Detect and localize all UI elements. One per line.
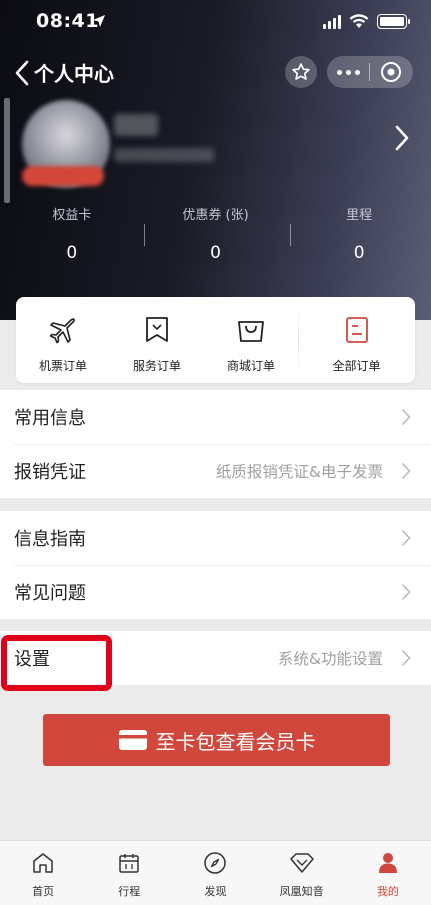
plane-icon <box>49 318 75 344</box>
menu-item-settings[interactable]: 设置 系统&功能设置 <box>0 631 431 685</box>
stat-divider <box>144 224 145 246</box>
stat-label: 权益卡 <box>52 208 92 223</box>
tab-phoenix-miles[interactable]: 凤凰知音 <box>259 841 345 905</box>
tab-label: 行程 <box>118 885 141 898</box>
shopping-bag-icon <box>238 321 264 342</box>
diamond-icon <box>289 853 314 873</box>
stat-value: 0 <box>210 243 221 263</box>
tab-trips[interactable]: 行程 <box>86 841 172 905</box>
menu-group-settings: 设置 系统&功能设置 <box>0 631 431 685</box>
user-icon <box>378 853 397 873</box>
card-icon <box>118 730 147 750</box>
menu-item-subtitle: 系统&功能设置 <box>277 650 383 668</box>
menu-item-label: 常用信息 <box>14 408 86 429</box>
star-icon <box>292 63 310 80</box>
compass-icon <box>204 852 227 874</box>
order-list-icon <box>345 317 368 343</box>
bookmark-icon <box>146 317 168 342</box>
stat-coupons[interactable]: 优惠券 (张) 0 <box>144 204 288 274</box>
stat-value: 0 <box>66 243 78 263</box>
view-member-card-label: 至卡包查看会员卡 <box>155 729 316 754</box>
member-level-badge <box>22 166 104 186</box>
close-miniprogram-button[interactable] <box>370 56 412 88</box>
battery-icon <box>377 14 410 29</box>
stat-divider <box>290 224 291 246</box>
tab-label: 发现 <box>204 885 227 898</box>
side-accent-bar <box>4 98 10 203</box>
menu-item-label: 设置 <box>14 649 50 670</box>
chevron-right-icon <box>401 649 411 667</box>
miniprogram-capsule <box>327 56 413 88</box>
nav-bar: 个人中心 <box>0 52 431 92</box>
status-bar: 08:41 <box>0 0 431 46</box>
chevron-right-icon <box>401 408 411 426</box>
tab-label: 我的 <box>376 885 399 898</box>
target-circle-icon <box>381 62 401 82</box>
status-time: 08:41 <box>36 10 99 32</box>
order-service-button[interactable]: 服务订单 <box>110 297 204 383</box>
stat-benefit-card[interactable]: 权益卡 0 <box>0 204 144 274</box>
order-flight-button[interactable]: 机票订单 <box>16 297 110 383</box>
chevron-right-icon <box>401 462 411 480</box>
chevron-left-icon <box>15 60 29 85</box>
order-label: 商城订单 <box>226 359 275 373</box>
order-label: 服务订单 <box>132 359 181 373</box>
order-shortcuts: 机票订单 服务订单 商城订单 全部订单 <box>16 297 415 383</box>
user-name-blurred <box>114 114 158 136</box>
stat-label: 里程 <box>346 208 373 223</box>
calendar-icon <box>119 854 140 873</box>
menu-item-label: 信息指南 <box>14 529 86 550</box>
more-dots-icon <box>336 69 342 75</box>
tab-bar: 首页 行程 发现 凤凰知音 我的 <box>0 840 431 905</box>
favorite-button[interactable] <box>285 56 317 88</box>
menu-item-label: 常见问题 <box>14 583 86 604</box>
tab-discover[interactable]: 发现 <box>172 841 258 905</box>
menu-item-reimbursement[interactable]: 报销凭证 纸质报销凭证&电子发票 <box>0 444 431 498</box>
page-title: 个人中心 <box>34 62 114 86</box>
menu-group-account: 常用信息 报销凭证 纸质报销凭证&电子发票 <box>0 390 431 498</box>
location-arrow-icon <box>93 15 105 27</box>
chevron-right-icon <box>401 529 411 547</box>
tab-mine[interactable]: 我的 <box>345 841 431 905</box>
menu-item-faq[interactable]: 常见问题 <box>0 565 431 619</box>
wifi-icon <box>349 14 369 28</box>
stat-mileage[interactable]: 里程 0 <box>287 204 431 274</box>
chevron-right-icon <box>401 583 411 601</box>
back-button[interactable]: 个人中心 <box>14 58 114 87</box>
menu-group-help: 信息指南 常见问题 <box>0 511 431 619</box>
stat-label: 优惠券 (张) <box>182 208 249 223</box>
stat-value: 0 <box>353 243 365 263</box>
user-id-blurred <box>114 148 214 162</box>
cellular-signal-icon <box>323 14 341 29</box>
stats-row: 权益卡 0 优惠券 (张) 0 里程 0 <box>0 204 431 274</box>
order-mall-button[interactable]: 商城订单 <box>204 297 298 383</box>
view-member-card-button[interactable]: 至卡包查看会员卡 <box>43 714 390 766</box>
tab-home[interactable]: 首页 <box>0 841 86 905</box>
tab-label: 首页 <box>32 885 55 898</box>
chevron-right-icon[interactable] <box>394 124 410 152</box>
menu-item-info-guide[interactable]: 信息指南 <box>0 511 431 565</box>
menu-item-subtitle: 纸质报销凭证&电子发票 <box>215 463 383 481</box>
order-all-button[interactable]: 全部订单 <box>298 297 415 383</box>
order-label: 机票订单 <box>38 359 87 373</box>
tab-label: 凤凰知音 <box>279 885 324 898</box>
menu-item-common-info[interactable]: 常用信息 <box>0 390 431 444</box>
menu-item-label: 报销凭证 <box>14 462 86 483</box>
home-icon <box>33 853 53 873</box>
order-label: 全部订单 <box>332 359 381 373</box>
more-button[interactable] <box>327 56 369 88</box>
profile-header: 08:41 个人中心 权益卡 0 优惠券 (张) 0 里程 0 <box>0 0 431 320</box>
